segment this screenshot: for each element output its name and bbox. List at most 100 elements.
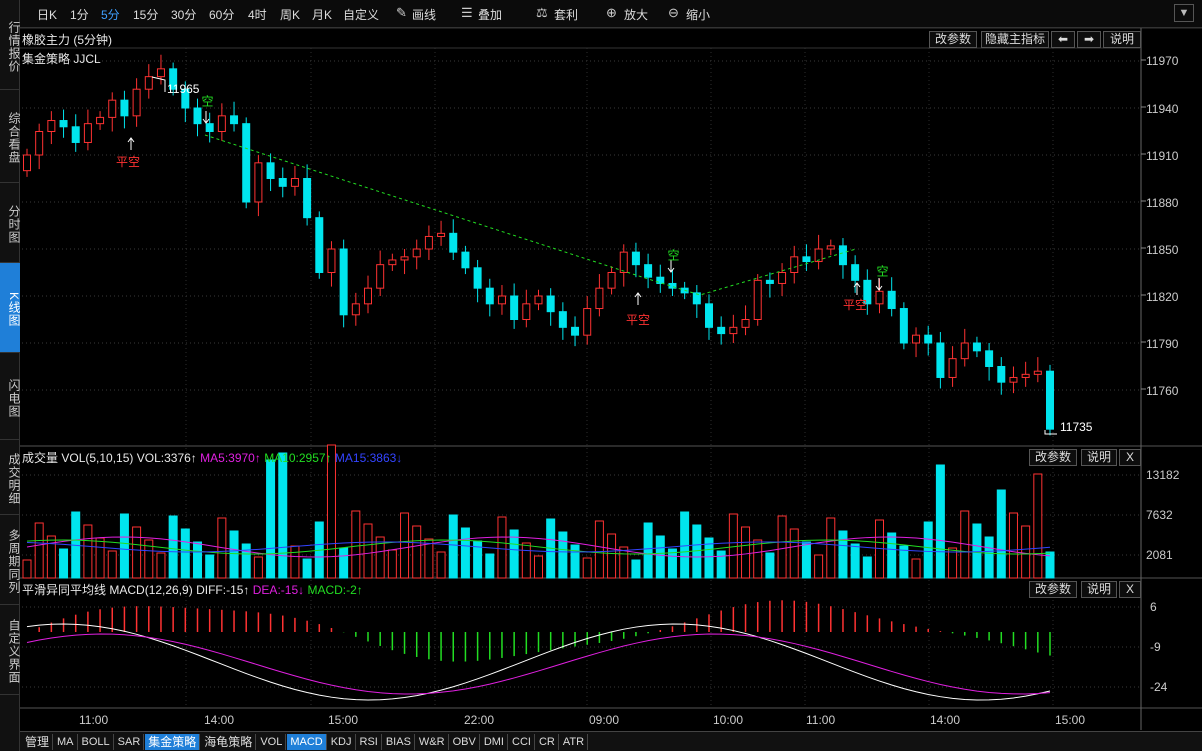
candle-body (717, 326, 726, 335)
candle-body (485, 287, 494, 305)
candle-body (899, 308, 908, 344)
volume-bar (655, 535, 665, 579)
volume-close-button[interactable]: X (1119, 449, 1141, 466)
volume-bar (765, 552, 775, 579)
time-tick: 10:00 (713, 713, 744, 727)
volume-bar (424, 538, 434, 579)
signal-short: 空 (666, 249, 680, 261)
volume-help-button[interactable]: 说明 (1081, 449, 1117, 466)
volume-bar (156, 552, 166, 579)
indicator-tab[interactable]: MA (54, 734, 78, 750)
signal-arrow (634, 292, 642, 305)
candle-body (242, 123, 251, 203)
volume-bar (680, 511, 690, 579)
candle-body (985, 350, 994, 368)
indicator-tab[interactable]: VOL (257, 734, 287, 750)
signal-arrow (202, 111, 210, 124)
signal-flat-short: 平空 (843, 298, 868, 312)
volume-bar (862, 556, 872, 579)
indicator-tab[interactable]: ATR (560, 734, 589, 750)
volume-bar (34, 522, 44, 579)
price-tick: 11820 (1146, 290, 1179, 304)
low-marker (1044, 430, 1057, 435)
indicator-tab[interactable]: SAR (115, 734, 145, 750)
price-tick: 11880 (1146, 196, 1179, 210)
volume-ma5: MA5:3970↑ (200, 451, 261, 465)
volume-bar (436, 551, 446, 579)
candle-body (838, 245, 847, 266)
candle-body (546, 295, 555, 313)
candle-body (753, 279, 762, 321)
volume-bar (205, 554, 215, 579)
indicator-tab[interactable]: 管理 (22, 734, 54, 750)
indicator-tab[interactable]: DMI (481, 734, 508, 750)
candle-body (388, 259, 397, 266)
candle-body (912, 334, 921, 344)
volume-bar (911, 558, 921, 579)
candle-body (351, 303, 360, 316)
volume-bar (594, 520, 604, 579)
volume-bar (278, 452, 288, 579)
candle-body (802, 256, 811, 263)
scroll-left-button[interactable]: ⬅ (1051, 31, 1075, 48)
candle-body (972, 342, 981, 352)
candle-body (644, 264, 653, 278)
volume-bar (887, 532, 897, 579)
volume-bar (558, 531, 568, 579)
candle-body (217, 115, 226, 133)
indicator-tab[interactable]: 集金策略 (145, 734, 201, 750)
candle-body (875, 290, 884, 305)
candle-body (290, 178, 299, 187)
volume-bar (168, 515, 178, 579)
macd-help-button[interactable]: 说明 (1081, 581, 1117, 598)
candle-body (156, 68, 165, 78)
candle-body (278, 178, 287, 187)
main-help-button[interactable]: 说明 (1103, 31, 1141, 48)
price-tick: 11790 (1146, 337, 1179, 351)
indicator-tab[interactable]: BOLL (79, 734, 114, 750)
macd-params-button[interactable]: 改参数 (1029, 581, 1077, 598)
indicator-tab[interactable]: MACD (287, 734, 327, 750)
volume-bar (83, 524, 93, 579)
volume-bar (521, 542, 531, 579)
main-params-button[interactable]: 改参数 (929, 31, 977, 48)
volume-bar (1021, 525, 1031, 579)
signal-arrow (667, 260, 675, 273)
volume-bar (534, 555, 543, 579)
signal-arrow (875, 278, 883, 291)
volume-params-button[interactable]: 改参数 (1029, 449, 1077, 466)
indicator-tab[interactable]: RSI (357, 734, 382, 750)
indicator-tab[interactable]: CCI (509, 734, 535, 750)
hide-indicator-button[interactable]: 隐藏主指标 (981, 31, 1049, 48)
volume-bar (789, 528, 799, 579)
candle-body (108, 99, 117, 118)
candle-body (619, 251, 628, 273)
indicator-tab[interactable]: OBV (450, 734, 480, 750)
indicator-tab[interactable]: CR (536, 734, 559, 750)
candle-body (449, 232, 458, 253)
volume-bar (643, 522, 653, 579)
volume-bar (387, 549, 397, 579)
candle-body (1009, 376, 1018, 383)
macd-close-button[interactable]: X (1119, 581, 1141, 598)
candle-body (571, 326, 580, 336)
volume-bar (119, 513, 129, 579)
volume-bar (619, 546, 629, 579)
volume-bar (253, 556, 263, 579)
macd-macd: MACD:-2↑ (307, 583, 363, 597)
volume-bar (351, 510, 361, 579)
candle-body (1046, 370, 1054, 430)
candle-body (948, 358, 957, 378)
macd-tick: -24 (1150, 680, 1168, 694)
macd-diff: DIFF:-15↑ (196, 583, 250, 597)
scroll-right-button[interactable]: ➡ (1077, 31, 1101, 48)
volume-tick: 7632 (1146, 508, 1173, 522)
indicator-tab[interactable]: KDJ (328, 734, 356, 750)
volume-bar (741, 526, 751, 579)
volume-bar (923, 521, 933, 579)
candle-body (960, 342, 969, 360)
time-tick: 09:00 (589, 713, 620, 727)
indicator-tab[interactable]: W&R (416, 734, 449, 750)
indicator-tab[interactable]: 海龟策略 (201, 734, 257, 750)
indicator-tab[interactable]: BIAS (383, 734, 415, 750)
